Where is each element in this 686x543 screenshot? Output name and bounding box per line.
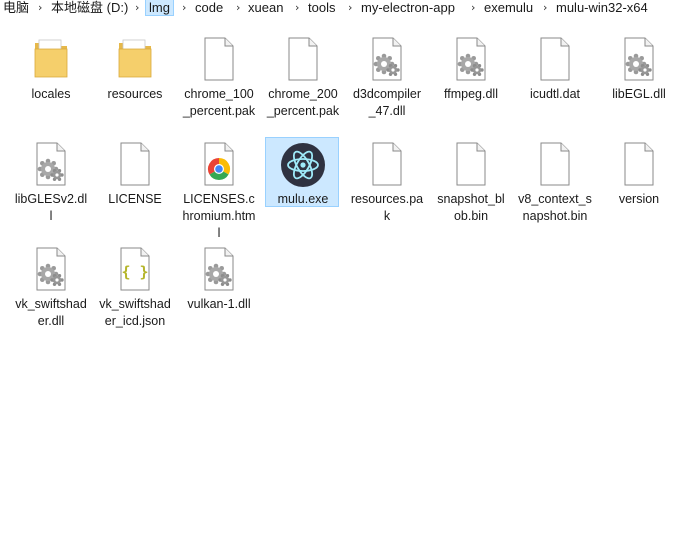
file-item[interactable]: ffmpeg.dll bbox=[434, 37, 508, 103]
file-icon bbox=[518, 142, 592, 188]
electron-icon bbox=[266, 142, 340, 188]
file-item[interactable]: resources.pak bbox=[350, 142, 424, 225]
breadcrumb-separator-icon[interactable]: › bbox=[543, 0, 547, 15]
breadcrumb-separator-icon[interactable]: › bbox=[135, 0, 139, 15]
file-item[interactable]: d3dcompiler_47.dll bbox=[350, 37, 424, 120]
svg-text:{ }: { } bbox=[121, 263, 148, 281]
file-name-label: resources.pak bbox=[350, 192, 424, 223]
file-name-label: version bbox=[618, 192, 660, 206]
chrome-icon bbox=[182, 142, 256, 188]
file-name-label: vulkan-1.dll bbox=[187, 297, 251, 311]
file-item[interactable]: icudtl.dat bbox=[518, 37, 592, 103]
file-item[interactable]: vulkan-1.dll bbox=[182, 247, 256, 313]
file-item[interactable]: v8_context_snapshot.bin bbox=[518, 142, 592, 225]
file-name-label: icudtl.dat bbox=[529, 87, 581, 101]
file-icon bbox=[602, 142, 676, 188]
file-name-label: resources bbox=[107, 87, 163, 101]
breadcrumb-separator-icon[interactable]: › bbox=[236, 0, 240, 15]
dll-icon bbox=[350, 37, 424, 83]
breadcrumb-item[interactable]: my-electron-app bbox=[358, 0, 458, 16]
file-item[interactable]: chrome_100_percent.pak bbox=[182, 37, 256, 120]
file-name-label: LICENSE bbox=[108, 192, 162, 206]
file-item[interactable]: mulu.exe bbox=[266, 142, 340, 208]
breadcrumb-item[interactable]: tools bbox=[305, 0, 338, 16]
file-item[interactable]: version bbox=[602, 142, 676, 208]
json-icon: { } bbox=[98, 247, 172, 293]
file-name-label: ffmpeg.dll bbox=[444, 87, 498, 101]
file-name-label: libGLESv2.dll bbox=[14, 192, 88, 223]
file-name-label: chrome_200_percent.pak bbox=[266, 87, 340, 118]
file-item[interactable]: { } vk_swiftshader_icd.json bbox=[98, 247, 172, 330]
folder-icon bbox=[14, 37, 88, 83]
file-icon bbox=[266, 37, 340, 83]
breadcrumb-separator-icon[interactable]: › bbox=[295, 0, 299, 15]
breadcrumb-item[interactable]: xuean bbox=[245, 0, 286, 16]
file-icon bbox=[434, 142, 508, 188]
breadcrumb-separator-icon[interactable]: › bbox=[471, 0, 475, 15]
file-name-label: vk_swiftshader.dll bbox=[15, 297, 87, 328]
breadcrumb-item[interactable]: 本地磁盘 (D:) bbox=[48, 0, 131, 16]
file-name-label: d3dcompiler_47.dll bbox=[352, 87, 422, 118]
breadcrumb-separator-icon[interactable]: › bbox=[38, 0, 42, 15]
file-icon bbox=[350, 142, 424, 188]
dll-icon bbox=[14, 142, 88, 188]
file-item[interactable]: libGLESv2.dll bbox=[14, 142, 88, 225]
file-item[interactable]: LICENSE bbox=[98, 142, 172, 208]
file-item[interactable]: libEGL.dll bbox=[602, 37, 676, 103]
dll-icon bbox=[434, 37, 508, 83]
file-item[interactable]: resources bbox=[98, 37, 172, 103]
dll-icon bbox=[602, 37, 676, 83]
breadcrumb: 电脑 › 本地磁盘 (D:) › lmg › code › xuean › tools › my-ele… bbox=[0, 0, 686, 16]
breadcrumb-item[interactable]: code bbox=[192, 0, 226, 16]
file-item[interactable]: LICENSES.chromium.html bbox=[182, 142, 256, 242]
breadcrumb-item[interactable]: exemulu bbox=[481, 0, 536, 16]
file-name-label: v8_context_snapshot.bin bbox=[518, 192, 592, 223]
breadcrumb-item[interactable]: lmg bbox=[145, 0, 174, 16]
dll-icon bbox=[182, 247, 256, 293]
file-item[interactable]: chrome_200_percent.pak bbox=[266, 37, 340, 120]
dll-icon bbox=[14, 247, 88, 293]
breadcrumb-item[interactable]: 电脑 bbox=[0, 0, 32, 16]
file-name-label: LICENSES.chromium.html bbox=[182, 192, 256, 240]
file-item[interactable]: snapshot_blob.bin bbox=[434, 142, 508, 225]
file-icon bbox=[518, 37, 592, 83]
folder-icon bbox=[98, 37, 172, 83]
file-name-label: mulu.exe bbox=[277, 192, 329, 206]
breadcrumb-separator-icon[interactable]: › bbox=[348, 0, 352, 15]
breadcrumb-item[interactable]: mulu-win32-x64 bbox=[553, 0, 651, 16]
file-item[interactable]: locales bbox=[14, 37, 88, 103]
file-item[interactable]: vk_swiftshader.dll bbox=[14, 247, 88, 330]
file-name-label: snapshot_blob.bin bbox=[437, 192, 505, 223]
breadcrumb-separator-icon[interactable]: › bbox=[182, 0, 186, 15]
file-icon bbox=[98, 142, 172, 188]
file-icon bbox=[182, 37, 256, 83]
file-name-label: libEGL.dll bbox=[612, 87, 666, 101]
file-name-label: vk_swiftshader_icd.json bbox=[99, 297, 171, 328]
file-name-label: locales bbox=[31, 87, 71, 101]
file-name-label: chrome_100_percent.pak bbox=[182, 87, 256, 118]
